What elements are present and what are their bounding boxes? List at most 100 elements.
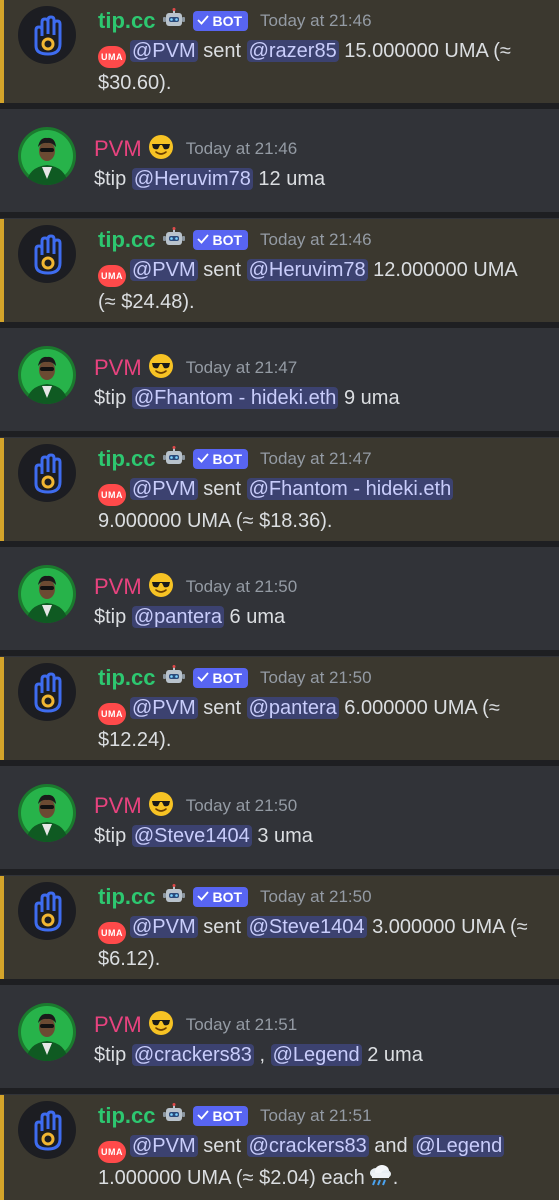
message-content: tip.cc BOT Today at 21:51 UMA @PVM sent @cra… [98,1095,545,1197]
bot-avatar[interactable] [18,663,76,721]
timestamp[interactable]: Today at 21:50 [260,668,372,688]
bot-badge-label: BOT [212,1108,243,1124]
bot-avatar[interactable] [18,6,76,64]
user-message: PVM Today at 21:50 $tip @Steve1404 3 uma [0,766,559,869]
timestamp[interactable]: Today at 21:50 [186,796,298,816]
bot-message: tip.cc BOT Today at 21:50 UMA @PVM sent @pan… [0,657,559,760]
checkmark-icon [197,670,210,686]
user-avatar[interactable] [18,1003,76,1061]
tip-value: $6.12). [98,948,161,970]
recipient-mention[interactable]: @pantera [246,697,339,719]
tip-amount: 15.000000 UMA (≈ [344,40,511,62]
timestamp[interactable]: Today at 21:50 [260,887,372,907]
timestamp[interactable]: Today at 21:47 [260,449,372,469]
tip-command: $tip [94,387,127,409]
sender-mention[interactable]: @PVM [130,40,198,62]
sender-mention[interactable]: @PVM [130,697,198,719]
bot-badge-label: BOT [212,232,243,248]
bot-avatar[interactable] [18,225,76,283]
checkmark-icon [197,451,210,467]
author-name[interactable]: tip.cc [98,227,155,253]
sent-verb: sent [203,697,242,719]
author-name[interactable]: PVM [94,136,142,162]
user-mention[interactable]: @crackers83 [131,1044,254,1066]
user-avatar[interactable] [18,346,76,404]
recipient-mention[interactable]: @Fhantom - hideki.eth [246,478,454,500]
message-header: PVM Today at 21:47 [94,353,545,383]
tip-command: $tip [94,825,127,847]
message-divider [0,212,559,218]
bot-avatar[interactable] [18,1101,76,1159]
user-avatar[interactable] [18,565,76,623]
sender-mention[interactable]: @PVM [130,259,198,281]
recipient-mention[interactable]: @Legend [413,1135,505,1157]
tip-amount: 12.000000 UMA [373,259,518,281]
sunglasses-emoji-icon [148,572,174,603]
message-body: UMA @PVM sent @Heruvim78 12.000000 UMA (≈ … [98,255,545,317]
author-name[interactable]: tip.cc [98,665,155,691]
recipient-mention[interactable]: @crackers83 [246,1135,369,1157]
checkmark-icon [197,232,210,248]
tip-amount: 6 uma [229,606,286,628]
user-mention[interactable]: @Fhantom - hideki.eth [131,387,339,409]
mention-separator: , [259,1044,266,1066]
message-content: PVM Today at 21:50 $tip @pantera 6 uma [94,547,545,632]
bot-message: tip.cc BOT Today at 21:46 UMA @PVM sent @Her… [0,219,559,322]
author-name[interactable]: PVM [94,793,142,819]
recipient-mention[interactable]: @razer85 [246,40,339,62]
message-header: PVM Today at 21:46 [94,134,545,164]
message-body: UMA @PVM sent @razer85 15.000000 UMA (≈ $3… [98,36,545,98]
author-name[interactable]: tip.cc [98,8,155,34]
author-name[interactable]: PVM [94,574,142,600]
author-name[interactable]: tip.cc [98,884,155,910]
recipient-mention[interactable]: @Heruvim78 [246,259,368,281]
user-avatar[interactable] [18,127,76,185]
timestamp[interactable]: Today at 21:46 [260,11,372,31]
tip-amount: 9 uma [344,387,400,409]
user-message: PVM Today at 21:51 $tip @crackers83 , @Leg… [0,985,559,1088]
author-name[interactable]: PVM [94,355,142,381]
uma-token-icon: UMA [98,484,126,506]
message-header: tip.cc BOT Today at 21:50 [98,663,545,693]
author-name[interactable]: tip.cc [98,1103,155,1129]
uma-token-icon: UMA [98,703,126,725]
rain-cloud-icon [367,1164,393,1197]
user-avatar[interactable] [18,784,76,842]
message-divider [0,1088,559,1094]
sunglasses-emoji-icon [148,134,174,165]
sender-mention[interactable]: @PVM [130,478,198,500]
tip-amount: 3 uma [257,825,313,847]
uma-token-icon: UMA [98,46,126,68]
timestamp[interactable]: Today at 21:50 [186,577,298,597]
user-mention[interactable]: @pantera [131,606,224,628]
bot-badge: BOT [193,668,249,688]
user-mention[interactable]: @Heruvim78 [131,168,253,190]
author-name[interactable]: PVM [94,1012,142,1038]
chat-message-list: tip.cc BOT Today at 21:46 UMA @PVM sent @raz… [0,0,559,1200]
bot-badge: BOT [193,11,249,31]
bot-avatar[interactable] [18,444,76,502]
bot-badge: BOT [193,887,249,907]
bot-message: tip.cc BOT Today at 21:47 UMA @PVM sent @Fha… [0,438,559,541]
timestamp[interactable]: Today at 21:46 [260,230,372,250]
recipient-mention[interactable]: @Steve1404 [246,916,367,938]
tip-command: $tip [94,168,127,190]
robot-emoji-icon [163,1102,186,1130]
sender-mention[interactable]: @PVM [130,1135,198,1157]
timestamp[interactable]: Today at 21:47 [186,358,298,378]
timestamp[interactable]: Today at 21:51 [186,1015,298,1035]
sent-verb: sent [203,259,242,281]
bot-badge: BOT [193,1106,249,1126]
bot-avatar[interactable] [18,882,76,940]
bot-message: tip.cc BOT Today at 21:51 UMA @PVM sent @cra… [0,1095,559,1200]
timestamp[interactable]: Today at 21:51 [260,1106,372,1126]
message-body: UMA @PVM sent @Fhantom - hideki.eth 9.0000… [98,474,545,536]
user-mention[interactable]: @Steve1404 [131,825,252,847]
message-header: tip.cc BOT Today at 21:51 [98,1101,545,1131]
user-mention[interactable]: @Legend [270,1044,362,1066]
timestamp[interactable]: Today at 21:46 [186,139,298,159]
sender-mention[interactable]: @PVM [130,916,198,938]
message-body: UMA @PVM sent @crackers83 and @Legend 1.00… [98,1131,545,1197]
author-name[interactable]: tip.cc [98,446,155,472]
tip-command: $tip [94,1044,127,1066]
